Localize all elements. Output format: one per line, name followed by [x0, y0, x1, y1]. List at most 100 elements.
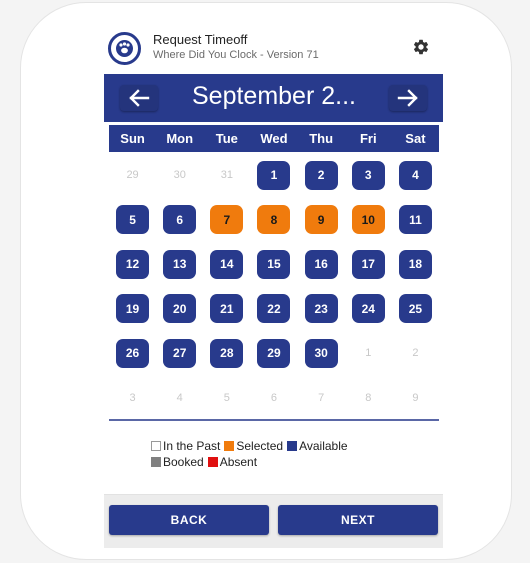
calendar-cell: 21: [203, 287, 250, 332]
day-available[interactable]: 20: [163, 294, 197, 324]
next-month-button[interactable]: [389, 85, 427, 111]
calendar-cell: 5: [203, 376, 250, 421]
calendar-cell: 13: [156, 242, 203, 287]
calendar-cell: 24: [345, 287, 392, 332]
weekday-header: Sun Mon Tue Wed Thu Fri Sat: [109, 125, 439, 152]
day-available[interactable]: 19: [116, 294, 150, 324]
day-available[interactable]: 15: [257, 249, 291, 279]
day-available[interactable]: 6: [163, 205, 197, 235]
calendar-week: 3 4 5 6 7 8 9: [109, 376, 439, 421]
day-available[interactable]: 4: [398, 160, 432, 190]
day-selected[interactable]: 7: [210, 205, 244, 235]
legend-label: Booked: [163, 455, 204, 469]
day-available[interactable]: 18: [398, 249, 432, 279]
calendar-week: 5 6 7 8 9 10 11: [109, 198, 439, 243]
day-available[interactable]: 24: [351, 294, 385, 324]
legend-absent: Absent: [207, 455, 257, 469]
absent-swatch: [207, 457, 218, 467]
day-available[interactable]: 28: [210, 338, 244, 368]
gear-icon[interactable]: [412, 38, 430, 56]
calendar-cell: 8: [345, 376, 392, 421]
app-header: Request Timeoff Where Did You Clock - Ve…: [104, 28, 444, 74]
day-available[interactable]: 2: [304, 160, 338, 190]
day-available[interactable]: 30: [304, 338, 338, 368]
day-available[interactable]: 14: [210, 249, 244, 279]
arrow-left-icon: [129, 89, 150, 107]
day-available[interactable]: 21: [210, 294, 244, 324]
calendar-cell: 9: [298, 198, 345, 243]
calendar-cell: 29: [250, 331, 297, 376]
calendar-cell: 5: [109, 198, 156, 243]
calendar-cell: 28: [203, 331, 250, 376]
calendar-cell: 18: [392, 242, 439, 287]
weekday-sat: Sat: [405, 131, 426, 146]
calendar-cell: 1: [250, 153, 297, 198]
day-outside-month: 9: [412, 391, 419, 404]
day-available[interactable]: 17: [351, 249, 385, 279]
month-label: September 2...: [192, 82, 356, 110]
calendar-cell: 10: [345, 198, 392, 243]
day-outside-month: 30: [173, 169, 186, 182]
day-available[interactable]: 1: [257, 160, 291, 190]
day-selected[interactable]: 10: [351, 205, 385, 235]
calendar-cell: 7: [298, 376, 345, 421]
weekday-tue: Tue: [215, 131, 238, 146]
calendar-week: 26 27 28 29 30 1 2: [109, 331, 439, 376]
legend-label: Available: [299, 439, 348, 453]
app-version: Where Did You Clock - Version 71: [153, 49, 319, 61]
previous-month-button[interactable]: [120, 85, 158, 111]
calendar-cell: 3: [345, 153, 392, 198]
calendar-cell: 6: [250, 376, 297, 421]
back-button[interactable]: BACK: [109, 505, 269, 535]
day-available[interactable]: 23: [304, 294, 338, 324]
day-available[interactable]: 16: [304, 249, 338, 279]
day-outside-month: 6: [270, 391, 278, 404]
day-outside-month: 5: [223, 391, 230, 404]
day-outside-month: 8: [365, 391, 372, 404]
arrow-right-icon: [397, 89, 418, 107]
day-outside-month: 2: [412, 347, 419, 360]
day-available[interactable]: 27: [163, 338, 197, 368]
day-available[interactable]: 26: [116, 338, 150, 368]
day-selected[interactable]: 9: [304, 205, 338, 235]
calendar-week: 29 30 31 1 2 3 4: [109, 153, 439, 198]
day-outside-month: 4: [176, 391, 183, 404]
calendar-cell: 26: [109, 331, 156, 376]
selected-swatch: [224, 441, 235, 451]
calendar-cell: 8: [250, 198, 297, 243]
legend: In the Past Selected Available Booked Ab…: [151, 438, 352, 470]
calendar-cell: 31: [203, 153, 250, 198]
weekday-mon: Mon: [166, 131, 194, 146]
next-button[interactable]: NEXT: [278, 505, 438, 535]
calendar-cell: 6: [156, 198, 203, 243]
day-available[interactable]: 22: [257, 294, 291, 324]
calendar-cell: 20: [156, 287, 203, 332]
calendar-week: 19 20 21 22 23 24 25: [109, 287, 439, 332]
weekday-thu: Thu: [309, 131, 334, 146]
calendar-cell: 30: [156, 153, 203, 198]
calendar-cell: 11: [392, 198, 439, 243]
calendar-cell: 2: [298, 153, 345, 198]
day-available[interactable]: 12: [116, 249, 150, 279]
day-outside-month: 3: [129, 391, 136, 404]
day-outside-month: 31: [220, 169, 233, 182]
day-available[interactable]: 29: [257, 338, 291, 368]
legend-booked: Booked: [151, 455, 204, 469]
day-outside-month: 29: [126, 169, 139, 182]
day-outside-month: 7: [318, 391, 325, 404]
day-outside-month: 1: [365, 347, 372, 360]
day-available[interactable]: 3: [351, 160, 385, 190]
divider: [109, 419, 439, 421]
day-available[interactable]: 11: [398, 205, 432, 235]
calendar-cell: 9: [392, 376, 439, 421]
calendar-cell: 30: [298, 331, 345, 376]
calendar-cell: 19: [109, 287, 156, 332]
day-available[interactable]: 5: [116, 205, 150, 235]
day-selected[interactable]: 8: [257, 205, 291, 235]
legend-selected: Selected: [224, 439, 283, 453]
calendar-cell: 12: [109, 242, 156, 287]
legend-label: In the Past: [163, 439, 221, 453]
day-available[interactable]: 25: [398, 294, 432, 324]
calendar-cell: 4: [392, 153, 439, 198]
day-available[interactable]: 13: [163, 249, 197, 279]
